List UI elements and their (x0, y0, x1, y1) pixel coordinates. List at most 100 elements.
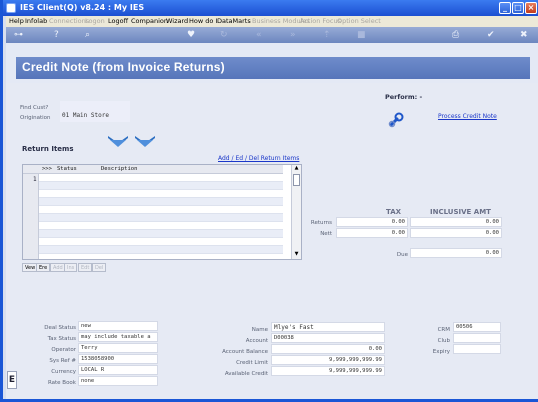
vertical-scrollbar[interactable]: ▲ ▼ (291, 165, 301, 259)
menu-datamarts[interactable]: DataMarts (217, 17, 251, 25)
account-label: Account (245, 338, 268, 344)
table-row[interactable] (39, 190, 283, 198)
return-items-grid[interactable]: 1 >>> Status Description ▲ ▼ (22, 164, 302, 260)
table-row[interactable] (39, 222, 283, 230)
returns-inclusive-field: 0.00 (410, 217, 502, 227)
returns-tax-field: 0.00 (336, 217, 408, 227)
toolbar: ⊶ ? ⌕ ♥ ↻ « » ⇡ ■ ⎙ ✔ ✖ (6, 27, 538, 43)
stop-icon: ■ (357, 30, 366, 40)
menu-bar: Help Infolab Connections Logon Logoff Co… (6, 16, 538, 27)
currency-field: LOCAL R (78, 365, 158, 375)
sys-ref-field: 1538058900 (78, 354, 158, 364)
window-title: IES Client(Q) v8.24 : My IES (20, 3, 145, 12)
close-button[interactable]: × (525, 2, 537, 14)
page-header: Credit Note (from Invoice Returns) (6, 43, 538, 83)
menu-help[interactable]: Help (9, 17, 24, 25)
available-credit-field: 9,999,999,999.99 (271, 366, 385, 376)
deal-status-field: new (78, 321, 158, 331)
favorite-heart-icon[interactable]: ♥ (187, 30, 195, 40)
nett-tax-field: 0.00 (336, 228, 408, 238)
crm-field: 00506 (453, 322, 501, 332)
insert-button: Ins (64, 263, 78, 272)
nett-total-label: Nett (320, 231, 332, 237)
print-icon[interactable]: ⎙ (452, 30, 459, 40)
ere-button[interactable]: Ere (36, 263, 51, 272)
scroll-thumb[interactable] (293, 174, 300, 186)
side-tab-icon[interactable]: E (7, 371, 17, 389)
origination-field[interactable]: 01 Main Store (60, 111, 130, 122)
scroll-up-icon[interactable]: ▲ (293, 165, 300, 172)
key-icon[interactable]: ⊶ (14, 30, 23, 40)
menu-companion[interactable]: Companion (131, 17, 168, 25)
table-row[interactable] (39, 230, 283, 238)
find-cust-field[interactable] (60, 101, 130, 111)
delete-button: Del (92, 263, 107, 272)
title-bar[interactable]: IES Client(Q) v8.24 : My IES _ □ × (3, 0, 538, 16)
find-cust-label: Find Cust? (20, 105, 49, 111)
row-number: 1 (33, 176, 37, 183)
club-label: Club (437, 338, 450, 344)
credit-limit-field: 9,999,999,999.99 (271, 355, 385, 365)
process-credit-note-link[interactable]: Process Credit Note (438, 113, 497, 120)
maximize-button[interactable]: □ (512, 2, 524, 14)
main-content: Find Cust? Origination 01 Main Store Per… (6, 83, 538, 399)
cancel-icon[interactable]: ✖ (520, 30, 528, 40)
minimize-button[interactable]: _ (499, 2, 511, 14)
account-field: D00038 (271, 333, 385, 343)
process-wrench-icon[interactable] (388, 112, 404, 128)
deal-status-label: Deal Status (44, 325, 76, 331)
nett-inclusive-field: 0.00 (410, 228, 502, 238)
menu-wizard[interactable]: Wizard (166, 17, 188, 25)
account-balance-field: 0.00 (271, 344, 385, 354)
name-label: Name (251, 327, 268, 333)
menu-logon: Logon (85, 17, 105, 25)
search-icon[interactable]: ⌕ (85, 30, 90, 40)
operator-label: Operator (51, 347, 76, 353)
expiry-field (453, 344, 501, 354)
app-window: IES Client(Q) v8.24 : My IES _ □ × Help … (0, 0, 538, 402)
table-row[interactable] (39, 214, 283, 222)
check-icon[interactable]: ✔ (487, 30, 495, 40)
crm-label: CRM (437, 327, 450, 333)
origination-label: Origination (20, 115, 51, 121)
club-field (453, 333, 501, 343)
title-band: Credit Note (from Invoice Returns) (16, 57, 530, 79)
help-icon[interactable]: ? (54, 30, 59, 40)
table-row[interactable] (39, 182, 283, 190)
currency-label: Currency (51, 369, 76, 375)
credit-limit-label: Credit Limit (236, 360, 268, 366)
add-edit-delete-return-items-link[interactable]: Add / Ed / Del Return Items (218, 155, 299, 162)
tax-column-header: TAX (386, 208, 402, 216)
table-row[interactable] (39, 246, 283, 254)
scroll-down-icon[interactable]: ▼ (293, 251, 300, 258)
col-status[interactable]: Status (57, 166, 77, 172)
refresh-icon: ↻ (220, 30, 228, 40)
edit-button: Edt (78, 263, 93, 272)
forward-icon: » (290, 30, 296, 40)
menu-option-select: Option Select (337, 17, 381, 25)
account-balance-label: Account Balance (222, 349, 268, 355)
menu-how-do-i[interactable]: How do I (189, 17, 217, 25)
name-field: Mlye's Fast (271, 322, 385, 332)
table-row[interactable] (39, 174, 283, 182)
grid-row-header: 1 (23, 165, 39, 259)
rate-book-field: none (78, 376, 158, 386)
sys-ref-label: Sys Ref # (49, 358, 76, 364)
inclusive-amt-column-header: INCLUSIVE AMT (430, 208, 491, 216)
up-icon: ⇡ (323, 30, 331, 40)
move-down-all-arrow-icon[interactable] (135, 136, 155, 148)
col-description[interactable]: Description (101, 166, 137, 172)
table-row[interactable] (39, 238, 283, 246)
due-label: Due (396, 252, 408, 258)
rewind-icon: « (256, 30, 262, 40)
operator-field: Terry (78, 343, 158, 353)
tax-status-label: Tax Status (47, 336, 76, 342)
table-row[interactable] (39, 198, 283, 206)
menu-infolab[interactable]: Infolab (25, 17, 47, 25)
menu-logoff[interactable]: Logoff (108, 17, 128, 25)
rate-book-label: Rate Book (47, 380, 76, 386)
move-down-arrow-icon[interactable] (108, 136, 128, 148)
due-field: 0.00 (410, 248, 502, 258)
menu-connections: Connections (49, 17, 90, 25)
table-row[interactable] (39, 206, 283, 214)
